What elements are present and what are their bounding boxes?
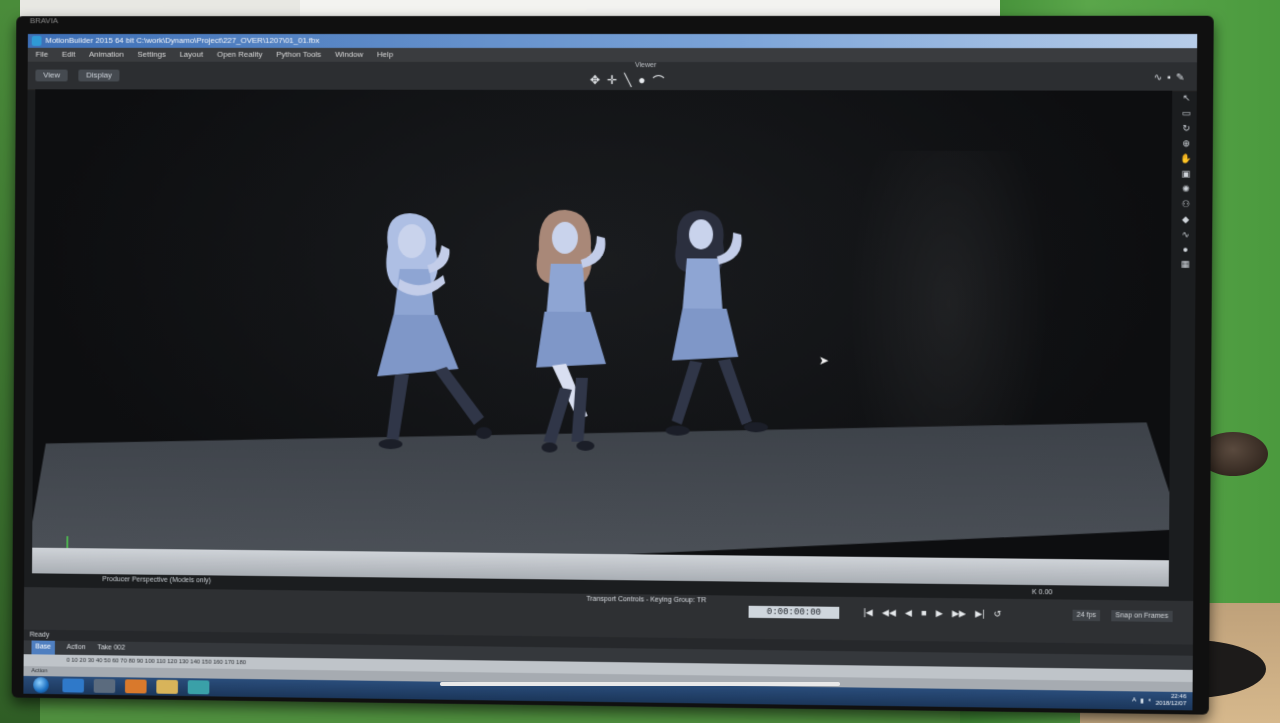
marker-icon[interactable]: ◆: [1182, 214, 1189, 225]
snap-select[interactable]: Snap on Frames: [1111, 610, 1172, 622]
time-display[interactable]: 0:00:00:00: [749, 606, 840, 619]
viewport-caption: Producer Perspective (Models only): [102, 576, 211, 584]
curve-icon[interactable]: ∿: [1154, 72, 1163, 83]
monitor-brand-label: BRAVIA: [30, 16, 58, 25]
monitor-bottom-highlight: [440, 682, 840, 686]
arc-icon[interactable]: ⌒: [653, 73, 665, 90]
base-layer-tab[interactable]: Base: [31, 640, 54, 654]
menu-settings[interactable]: Settings: [137, 48, 165, 62]
pen-icon[interactable]: ✎: [1176, 72, 1185, 83]
next-key-icon[interactable]: ▶▶: [952, 608, 966, 619]
app-icon: [32, 36, 42, 46]
pan-icon[interactable]: ✋: [1180, 153, 1192, 164]
dancer-right: [666, 210, 770, 436]
clock-date: 2018/12/07: [1156, 701, 1187, 709]
menu-edit[interactable]: Edit: [62, 48, 76, 62]
dancer-left: [377, 213, 494, 450]
dancer-center: [535, 210, 607, 453]
folder-icon[interactable]: [156, 680, 178, 694]
dot-icon[interactable]: ●: [1183, 245, 1189, 255]
transport-title: Transport Controls - Keying Group: TR: [586, 596, 706, 604]
camera-icon[interactable]: ▣: [1182, 169, 1191, 180]
display-button[interactable]: Display: [78, 70, 119, 82]
viewer-header: View Display Viewer ✥ ✛ ╲ ● ⌒ ∿ ▪ ✎: [28, 62, 1197, 92]
media-player-icon[interactable]: [94, 679, 116, 693]
menu-python-tools[interactable]: Python Tools: [276, 48, 321, 62]
rotate-icon[interactable]: ↻: [1182, 123, 1190, 134]
k-field: K 0.00: [1032, 589, 1053, 596]
network-icon[interactable]: ▮: [1140, 697, 1143, 704]
zoom-icon[interactable]: ⊕: [1182, 138, 1190, 149]
window-title: MotionBuilder 2015 64 bit C:\work\Dynamo…: [45, 36, 319, 45]
menu-file[interactable]: File: [36, 48, 49, 62]
lock-icon[interactable]: ▪: [1167, 72, 1171, 83]
internet-explorer-icon[interactable]: [62, 678, 84, 692]
viewer-right-tools: ∿ ▪ ✎: [1154, 72, 1185, 83]
grid-icon[interactable]: ▦: [1181, 259, 1190, 270]
tray-language-indicator[interactable]: A: [1132, 697, 1136, 703]
sphere-icon[interactable]: ●: [638, 73, 645, 90]
stop-icon[interactable]: ■: [921, 608, 927, 619]
move-icon[interactable]: ✥: [590, 73, 600, 90]
mouse-cursor-icon: ➤: [819, 353, 829, 367]
dancers-group: [347, 209, 808, 482]
select-icon[interactable]: ↖: [1183, 93, 1191, 104]
system-tray: A ▮ ◖ 22:46 2018/12/07: [1132, 691, 1186, 710]
menu-window[interactable]: Window: [335, 48, 363, 62]
go-start-icon[interactable]: |◀: [863, 607, 872, 618]
light-icon[interactable]: ✺: [1182, 184, 1190, 195]
take-selector[interactable]: Take 002: [97, 641, 125, 655]
monitor-screen: MotionBuilder 2015 64 bit C:\work\Dynamo…: [23, 34, 1197, 710]
skeleton-icon[interactable]: ⚇: [1182, 199, 1190, 210]
frame-icon[interactable]: ▭: [1182, 108, 1191, 119]
loop-icon[interactable]: ↺: [994, 609, 1002, 620]
viewer-label: Viewer: [635, 62, 656, 69]
start-button-icon[interactable]: [33, 677, 49, 693]
play-icon[interactable]: ▶: [936, 608, 943, 619]
translate-icon[interactable]: ✛: [607, 73, 617, 90]
firefox-icon[interactable]: [125, 679, 147, 693]
menu-help[interactable]: Help: [377, 48, 393, 62]
menu-open-reality[interactable]: Open Reality: [217, 48, 263, 62]
motionbuilder-taskbar-icon[interactable]: [188, 680, 210, 694]
manipulator-tools: ✥ ✛ ╲ ● ⌒: [590, 73, 665, 90]
line-tool-icon[interactable]: ╲: [624, 73, 631, 90]
action-label: Action: [31, 668, 47, 674]
curve-tool-icon[interactable]: ∿: [1182, 229, 1190, 240]
volume-icon[interactable]: ◖: [1148, 698, 1152, 704]
menu-bar: File Edit Animation Settings Layout Open…: [28, 48, 1197, 63]
timeline-ticks: 0 10 20 30 40 50 60 70 80 90 100 110 120…: [67, 658, 246, 666]
monitor: BRAVIA MotionBuilder 2015 64 bit C:\work…: [12, 16, 1214, 715]
window-titlebar: MotionBuilder 2015 64 bit C:\work\Dynamo…: [28, 34, 1197, 48]
action-tab[interactable]: Action: [67, 641, 86, 655]
3d-viewport[interactable]: ➤: [32, 89, 1172, 586]
right-toolbar: ↖ ▭ ↻ ⊕ ✋ ▣ ✺ ⚇ ◆ ∿ ● ▦: [1176, 93, 1194, 366]
playback-buttons: |◀ ◀◀ ◀ ■ ▶ ▶▶ ▶| ↺: [863, 607, 1001, 620]
status-ready: Ready: [30, 632, 50, 639]
view-button[interactable]: View: [35, 70, 67, 82]
play-back-icon[interactable]: ◀: [905, 608, 912, 619]
fps-select[interactable]: 24 fps: [1072, 610, 1100, 621]
menu-animation[interactable]: Animation: [89, 48, 124, 62]
clock[interactable]: 22:46 2018/12/07: [1156, 694, 1187, 709]
go-end-icon[interactable]: ▶|: [975, 609, 984, 620]
prev-key-icon[interactable]: ◀◀: [882, 607, 896, 618]
menu-layout[interactable]: Layout: [179, 48, 203, 62]
